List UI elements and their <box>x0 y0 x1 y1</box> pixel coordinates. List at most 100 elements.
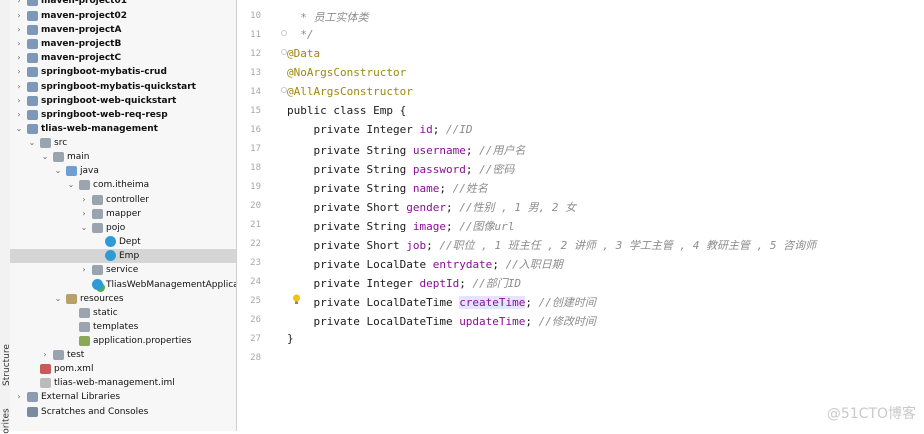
tree-item[interactable]: templates <box>10 320 236 334</box>
code-line[interactable]: private LocalDateTime createTime; //创建时间 <box>287 294 596 310</box>
code-line[interactable]: private Integer deptId; //部门ID <box>287 275 520 291</box>
chevron-right-icon[interactable]: › <box>14 9 24 23</box>
code-token: ; <box>525 296 539 309</box>
fold-marker[interactable] <box>281 87 287 93</box>
tree-item[interactable]: ⌄ java <box>10 164 236 178</box>
tree-item[interactable]: tlias-web-management.iml <box>10 376 236 390</box>
tree-item[interactable]: Emp <box>10 249 236 263</box>
code-line[interactable]: private String username; //用户名 <box>287 142 525 158</box>
tree-item[interactable]: application.properties <box>10 334 236 348</box>
tree-item[interactable]: ⌄ pojo <box>10 221 236 235</box>
tree-item-label: application.properties <box>93 336 192 346</box>
fold-marker[interactable] <box>281 49 287 55</box>
tree-item[interactable]: Dept <box>10 235 236 249</box>
code-token: private String <box>287 144 413 157</box>
tree-item[interactable]: pom.xml <box>10 362 236 376</box>
chevron-right-icon[interactable]: › <box>14 390 24 404</box>
chevron-right-icon[interactable]: › <box>79 193 89 207</box>
tree-item[interactable]: ⌄ com.itheima <box>10 178 236 192</box>
tree-item[interactable]: › springboot-web-req-resp <box>10 108 236 122</box>
library-icon <box>27 392 38 402</box>
chevron-down-icon[interactable]: ⌄ <box>53 292 63 306</box>
scratches-icon <box>27 407 38 417</box>
chevron-right-icon[interactable]: › <box>40 348 50 362</box>
code-line[interactable]: private String password; //密码 <box>287 161 514 177</box>
line-number: 13 <box>250 68 261 78</box>
code-line[interactable]: * 员工实体类 <box>287 9 369 25</box>
tree-item[interactable]: › maven-project02 <box>10 9 236 23</box>
chevron-right-icon[interactable]: › <box>14 0 24 8</box>
class-icon <box>105 236 116 247</box>
code-token: deptId <box>419 277 460 290</box>
code-token: public class <box>287 104 374 117</box>
chevron-right-icon[interactable]: › <box>14 23 24 37</box>
chevron-right-icon[interactable]: › <box>14 51 24 65</box>
chevron-right-icon[interactable]: › <box>14 65 24 79</box>
tree-item[interactable]: › springboot-mybatis-crud <box>10 65 236 79</box>
tree-item[interactable]: › maven-projectC <box>10 51 236 65</box>
code-line[interactable]: private Short gender; //性别 , 1 男, 2 女 <box>287 199 576 215</box>
code-token: private LocalDate <box>287 258 433 271</box>
tree-item[interactable]: static <box>10 306 236 320</box>
code-line[interactable]: } <box>287 332 294 345</box>
code-line[interactable]: @Data <box>287 47 320 60</box>
module-folder-icon <box>27 110 38 120</box>
code-line[interactable]: private String name; //姓名 <box>287 180 487 196</box>
code-line[interactable]: private LocalDate entrydate; //入职日期 <box>287 256 563 272</box>
tree-item[interactable]: › service <box>10 263 236 277</box>
tree-item[interactable]: › maven-project01 <box>10 0 236 8</box>
tree-item[interactable]: ⌄ resources <box>10 292 236 306</box>
module-folder-icon <box>27 25 38 35</box>
chevron-down-icon[interactable]: ⌄ <box>40 150 50 164</box>
tree-item-label: Dept <box>119 237 141 247</box>
line-number: 23 <box>250 258 261 268</box>
folder-icon <box>92 195 103 205</box>
code-line[interactable]: public class Emp { <box>287 104 406 117</box>
chevron-down-icon[interactable]: ⌄ <box>53 164 63 178</box>
tree-item[interactable]: TliasWebManagementApplicatic <box>10 278 236 292</box>
code-token: ; <box>492 258 506 271</box>
tree-item[interactable]: › maven-projectA <box>10 23 236 37</box>
code-token: private String <box>287 182 413 195</box>
code-line[interactable]: private LocalDateTime updateTime; //修改时间 <box>287 313 595 329</box>
chevron-down-icon[interactable]: ⌄ <box>14 122 24 136</box>
chevron-right-icon[interactable]: › <box>79 207 89 221</box>
line-number: 10 <box>250 11 261 21</box>
tree-item[interactable]: › mapper <box>10 207 236 221</box>
chevron-right-icon[interactable]: › <box>14 80 24 94</box>
tree-item[interactable]: ⌄ tlias-web-management <box>10 122 236 136</box>
code-token: ; <box>465 163 480 176</box>
tree-item[interactable]: › External Libraries <box>10 390 236 404</box>
chevron-down-icon[interactable]: ⌄ <box>79 221 89 235</box>
code-line[interactable]: */ <box>287 28 313 41</box>
code-line[interactable]: private Integer id; //ID <box>287 123 472 136</box>
code-line[interactable]: private String image; //图像url <box>287 218 514 234</box>
code-line[interactable]: @AllArgsConstructor <box>287 85 413 98</box>
code-token: //入职日期 <box>505 258 563 271</box>
code-line[interactable]: @NoArgsConstructor <box>287 66 406 79</box>
line-number: 20 <box>250 201 261 211</box>
code-token: @AllArgsConstructor <box>287 85 413 98</box>
tree-item[interactable]: › springboot-mybatis-quickstart <box>10 80 236 94</box>
folder-icon <box>92 223 103 233</box>
tree-item[interactable]: Scratches and Consoles <box>10 405 236 419</box>
code-token: * 员工实体类 <box>287 11 369 24</box>
tree-item[interactable]: › maven-projectB <box>10 37 236 51</box>
chevron-down-icon[interactable]: ⌄ <box>27 136 37 150</box>
chevron-down-icon[interactable]: ⌄ <box>66 178 76 192</box>
chevron-right-icon[interactable]: › <box>79 263 89 277</box>
code-token: ; <box>525 315 539 328</box>
tree-item-label: java <box>80 166 99 176</box>
code-line[interactable]: private Short job; //职位 , 1 班主任 , 2 讲师 ,… <box>287 237 816 253</box>
tree-item[interactable]: › springboot-web-quickstart <box>10 94 236 108</box>
chevron-right-icon[interactable]: › <box>14 94 24 108</box>
code-token: @NoArgsConstructor <box>287 66 407 79</box>
tree-item[interactable]: ⌄ main <box>10 150 236 164</box>
tree-item[interactable]: ⌄ src <box>10 136 236 150</box>
chevron-right-icon[interactable]: › <box>14 37 24 51</box>
chevron-right-icon[interactable]: › <box>14 108 24 122</box>
lightbulb-icon[interactable] <box>292 294 301 305</box>
tree-item[interactable]: › test <box>10 348 236 362</box>
fold-marker[interactable] <box>281 30 287 36</box>
tree-item[interactable]: › controller <box>10 193 236 207</box>
